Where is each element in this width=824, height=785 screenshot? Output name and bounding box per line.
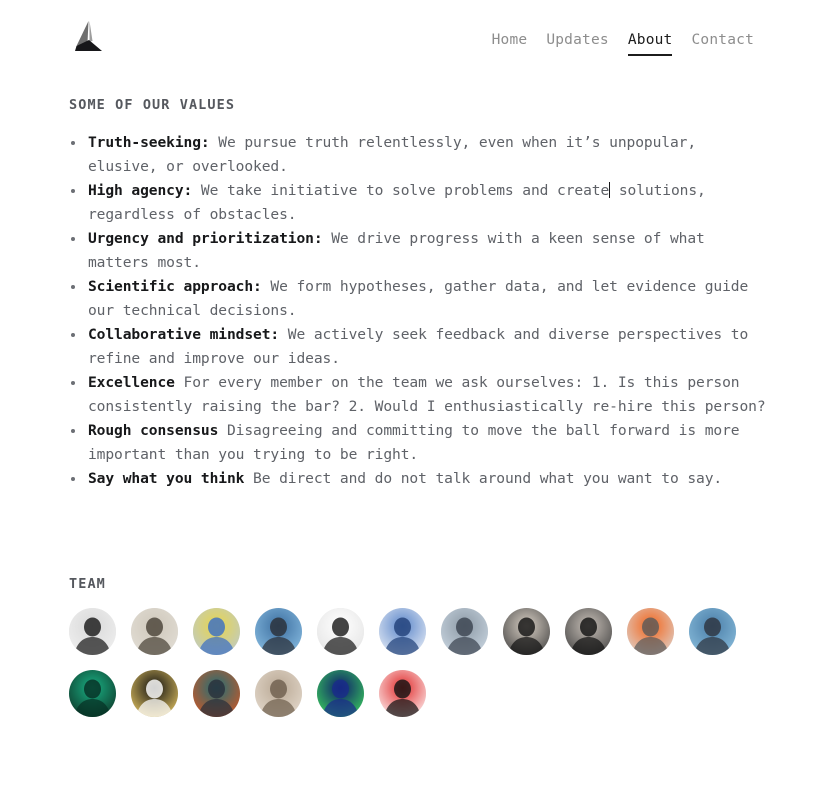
main-navigation: Home Updates About Contact [492,30,754,56]
avatar-white-cartoon-creature[interactable] [379,670,426,717]
avatar-man-bw-beard[interactable] [565,608,612,655]
list-item: Say what you think Be direct and do not … [69,467,769,491]
list-item: Collaborative mindset: We actively seek … [69,323,769,371]
nav-link-home[interactable]: Home [492,30,528,54]
about-page: Home Updates About Contact SOME OF OUR V… [0,0,824,785]
value-term: High agency: [88,182,193,199]
list-item: Excellence For every member on the team … [69,371,769,419]
site-header: Home Updates About Contact [0,0,824,78]
value-description: Be direct and do not talk around what yo… [244,470,723,487]
value-term: Urgency and prioritization: [88,230,323,247]
avatar-colorful-abstract[interactable] [193,608,240,655]
avatar-man-glasses-dark-bg[interactable] [503,608,550,655]
mountain-logo-icon[interactable] [68,18,110,60]
value-term: Excellence [88,374,175,391]
nav-link-about[interactable]: About [627,30,673,56]
values-section-title: SOME OF OUR VALUES [69,97,236,113]
avatar-panda-cartoon[interactable] [317,608,364,655]
avatar-green-neon-profile[interactable] [317,670,364,717]
avatar-person-light-room[interactable] [255,670,302,717]
avatar-man-fence-background[interactable] [689,608,736,655]
list-item: Scientific approach: We form hypotheses,… [69,275,769,323]
value-description: We take initiative to solve problems and… [192,182,610,199]
team-avatar-grid [69,608,769,717]
value-term: Scientific approach: [88,278,262,295]
value-description: For every member on the team we ask ours… [88,374,766,415]
avatar-man-golden-gate-bridge[interactable] [255,608,302,655]
value-term: Collaborative mindset: [88,326,280,343]
list-item[interactable]: High agency: We take initiative to solve… [69,179,769,227]
avatar-man-outdoors-photo[interactable] [441,608,488,655]
nav-link-updates[interactable]: Updates [546,30,609,54]
avatar-woman-bw-portrait[interactable] [69,608,116,655]
avatar-young-man-portrait[interactable] [131,608,178,655]
avatar-game-character-orange[interactable] [193,670,240,717]
list-item: Truth-seeking: We pursue truth relentles… [69,131,769,179]
value-term: Say what you think [88,470,245,487]
list-item: Rough consensus Disagreeing and committi… [69,419,769,467]
avatar-blue-anime-character[interactable] [379,608,426,655]
avatar-white-mask-yellow-bg[interactable] [131,670,178,717]
value-term: Rough consensus [88,422,219,439]
nav-link-contact[interactable]: Contact [691,30,754,54]
value-term: Truth-seeking: [88,134,210,151]
team-section-title: TEAM [69,576,106,592]
values-list: Truth-seeking: We pursue truth relentles… [69,131,769,491]
list-item: Urgency and prioritization: We drive pro… [69,227,769,275]
avatar-green-figure-dark[interactable] [69,670,116,717]
avatar-orange-crab-cartoon[interactable] [627,608,674,655]
